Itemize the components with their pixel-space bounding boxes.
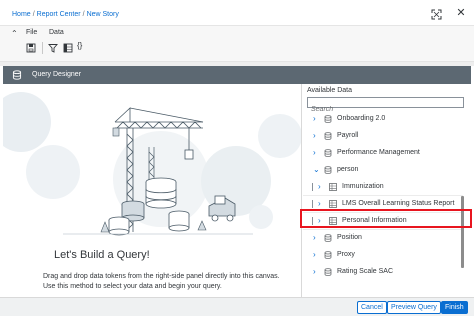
breadcrumb: Home / Report Center / New Story xyxy=(12,11,119,18)
database-icon xyxy=(12,70,22,80)
preview-query-button[interactable]: Preview Query xyxy=(387,301,441,314)
finish-button[interactable]: Finish xyxy=(441,301,468,314)
highlight-box xyxy=(300,209,472,228)
toolbar: ⌃ File Data {} xyxy=(0,26,474,62)
tree-item[interactable]: › Performance Management xyxy=(303,145,463,162)
panel-scrollbar[interactable] xyxy=(461,196,464,268)
tree-item[interactable]: ⌄ person xyxy=(303,162,463,179)
breadcrumb-bar: Home / Report Center / New Story ✕ xyxy=(0,0,474,26)
chevron-right-icon[interactable]: › xyxy=(318,183,325,191)
available-data-title: Available Data xyxy=(307,87,353,94)
tree-item[interactable]: › Rating Scale SAC xyxy=(303,264,463,281)
table-icon xyxy=(329,183,337,191)
tree-item[interactable]: › Onboarding 2.0 xyxy=(303,111,463,128)
database-icon xyxy=(324,115,332,123)
chevron-right-icon[interactable]: › xyxy=(318,200,325,208)
canvas-description: Drag and drop data tokens from the right… xyxy=(43,273,280,290)
dialog-footer: Cancel Preview Query Finish xyxy=(0,297,474,316)
query-canvas[interactable]: Let's Build a Query! Drag and drop data … xyxy=(3,84,302,297)
tree-item-label: person xyxy=(337,166,359,173)
search-box[interactable] xyxy=(307,97,464,114)
chevron-down-icon[interactable]: ⌄ xyxy=(313,166,320,174)
menu-file[interactable]: File xyxy=(26,29,37,36)
tree-item-label: Proxy xyxy=(337,251,355,258)
chevron-right-icon[interactable]: › xyxy=(313,132,320,140)
canvas-heading: Let's Build a Query! xyxy=(54,249,150,261)
tree-child-item[interactable]: › Immunization xyxy=(303,179,463,196)
database-icon xyxy=(324,251,332,259)
tree-item[interactable]: › Position xyxy=(303,230,463,247)
table-icon xyxy=(329,200,337,208)
tree-item[interactable]: › Proxy xyxy=(303,247,463,264)
database-icon xyxy=(324,132,332,140)
filter-icon[interactable] xyxy=(48,43,58,53)
chevron-right-icon[interactable]: › xyxy=(313,149,320,157)
query-designer-title: Query Designer xyxy=(32,71,82,78)
expand-icon[interactable] xyxy=(430,8,443,21)
collapse-toolbar-icon[interactable]: ⌃ xyxy=(11,29,18,38)
query-designer-header: Query Designer xyxy=(3,66,471,84)
breadcrumb-report-center[interactable]: Report Center xyxy=(37,11,81,18)
breadcrumb-home[interactable]: Home xyxy=(12,11,31,18)
data-tree: › Onboarding 2.0 › Payroll › Performance Mana… xyxy=(303,111,463,281)
formula-icon[interactable]: {} xyxy=(77,41,87,51)
tree-item-label: LMS Overall Learning Status Report xyxy=(342,200,455,207)
database-icon xyxy=(324,268,332,276)
tree-item-label: Rating Scale SAC xyxy=(337,268,394,275)
database-icon xyxy=(324,234,332,242)
database-icon xyxy=(324,166,332,174)
construction-illustration xyxy=(3,92,301,236)
tree-item-label: Onboarding 2.0 xyxy=(337,115,386,122)
breadcrumb-new-story: New Story xyxy=(86,11,119,18)
tree-item[interactable]: › Payroll xyxy=(303,128,463,145)
tree-item-label: Payroll xyxy=(337,132,359,139)
chevron-right-icon[interactable]: › xyxy=(313,115,320,123)
table-icon[interactable] xyxy=(63,43,73,53)
toolbar-divider xyxy=(42,42,43,54)
chevron-right-icon[interactable]: › xyxy=(313,251,320,259)
chevron-right-icon[interactable]: › xyxy=(313,234,320,242)
tree-item-label: Position xyxy=(337,234,362,241)
available-data-panel: Available Data › Onboarding 2.0 › Payroll › P… xyxy=(303,84,471,297)
tree-item-label: Immunization xyxy=(342,183,384,190)
drag-handle-icon[interactable] xyxy=(312,200,313,208)
cancel-button[interactable]: Cancel xyxy=(357,301,387,314)
database-icon xyxy=(324,149,332,157)
save-icon[interactable] xyxy=(26,43,36,53)
chevron-right-icon[interactable]: › xyxy=(313,268,320,276)
drag-handle-icon[interactable] xyxy=(312,183,313,191)
close-icon[interactable]: ✕ xyxy=(454,6,468,20)
menu-data[interactable]: Data xyxy=(49,29,64,36)
tree-item-label: Performance Management xyxy=(337,149,420,156)
